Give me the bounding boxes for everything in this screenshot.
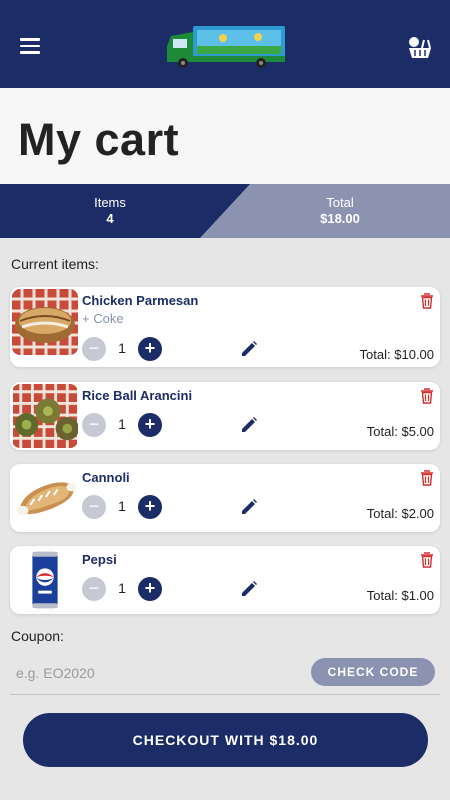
cannoli-image [13,466,77,530]
total-label: Total [326,195,354,210]
decrease-quantity-button[interactable]: − [82,413,106,437]
items-label: Items [94,195,126,210]
item-name: Pepsi [82,552,117,567]
pencil-icon[interactable] [240,340,258,358]
decrease-quantity-button[interactable]: − [82,495,106,519]
quantity-value: 1 [118,498,126,514]
chicken-parmesan-image [12,289,78,355]
item-total: Total: $5.00 [366,424,434,439]
decrease-quantity-button[interactable]: − [82,577,106,601]
item-total: Total: $2.00 [366,506,434,521]
cart-item-rice-ball-arancini: Rice Ball Arancini − 1 + Total: $5.00 [10,382,440,450]
cart-summary-bar: Items 4 Total $18.00 [0,184,450,238]
quantity-value: 1 [118,416,126,432]
food-truck-logo [167,26,285,68]
increase-quantity-button[interactable]: + [138,495,162,519]
coupon-label: Coupon: [11,628,64,644]
delete-icon[interactable] [420,470,434,486]
pepsi-can-image [13,548,77,612]
delete-icon[interactable] [420,552,434,568]
arancini-image [13,384,78,448]
items-count: 4 [106,211,114,226]
item-name: Rice Ball Arancini [82,388,193,403]
cart-item-cannoli: Cannoli − 1 + Total: $2.00 [10,464,440,532]
decrease-quantity-button[interactable]: − [82,337,106,361]
item-total: Total: $10.00 [359,347,434,362]
hamburger-menu-icon[interactable] [20,38,40,54]
coupon-input-underline [10,694,440,695]
pencil-icon[interactable] [240,498,258,516]
pencil-icon[interactable] [240,580,258,598]
current-items-label: Current items: [11,256,99,272]
check-code-button[interactable]: CHECK CODE [311,658,435,686]
delete-icon[interactable] [420,293,434,309]
item-name: Chicken Parmesan [82,293,199,308]
item-total: Total: $1.00 [366,588,434,603]
delete-icon[interactable] [420,388,434,404]
cart-item-pepsi: Pepsi − 1 + Total: $1.00 [10,546,440,614]
quantity-value: 1 [118,340,126,356]
item-name: Cannoli [82,470,130,485]
page-title: My cart [18,114,180,165]
increase-quantity-button[interactable]: + [138,337,162,361]
shopping-basket-icon[interactable] [406,36,434,60]
pencil-icon[interactable] [240,416,258,434]
items-count-block: Items 4 [60,195,160,226]
item-modifier: + Coke [82,311,124,326]
increase-quantity-button[interactable]: + [138,577,162,601]
increase-quantity-button[interactable]: + [138,413,162,437]
coupon-input[interactable] [10,658,300,688]
checkout-button[interactable]: CHECKOUT WITH $18.00 [23,713,428,767]
quantity-value: 1 [118,580,126,596]
total-value: $18.00 [320,211,360,226]
cart-item-chicken-parmesan: Chicken Parmesan + Coke − 1 + Total: $10… [10,287,440,367]
app-header [0,0,450,88]
total-block: Total $18.00 [290,195,390,226]
